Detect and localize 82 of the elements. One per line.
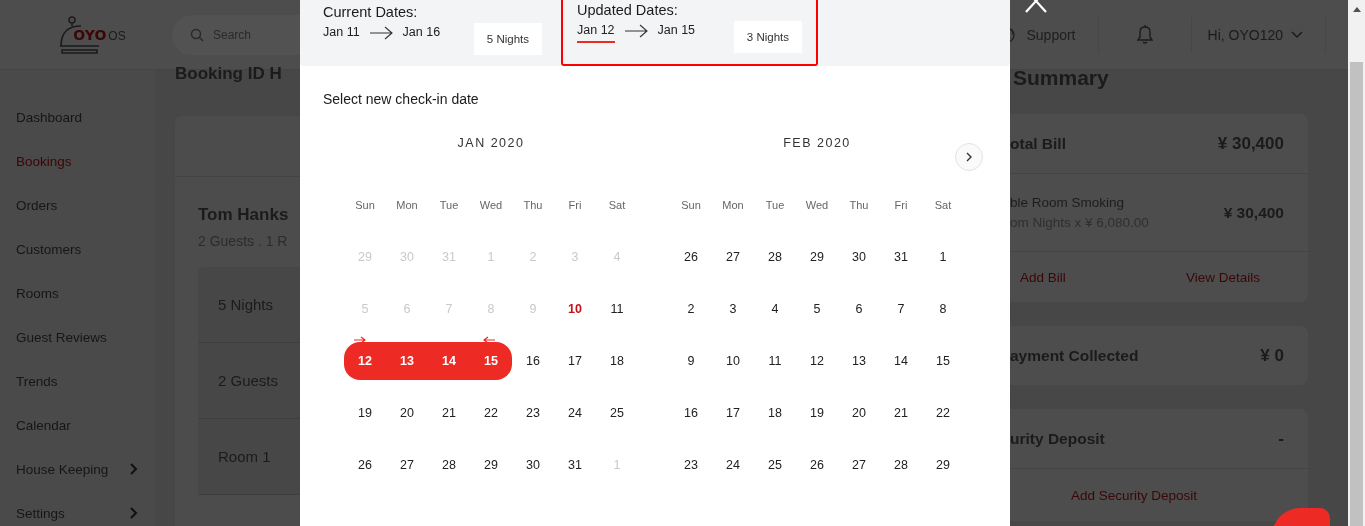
- calendar-date[interactable]: 12: [796, 342, 838, 380]
- calendar-date[interactable]: 20: [386, 394, 428, 432]
- nights-badge: 3 Nights: [733, 21, 802, 53]
- date-value[interactable]: Jan 12: [577, 23, 615, 43]
- selected-date[interactable]: 14: [428, 342, 470, 380]
- weekday-label: Wed: [478, 198, 504, 213]
- calendar-date[interactable]: 21: [428, 394, 470, 432]
- calendar-date[interactable]: 16: [512, 342, 554, 380]
- calendar-date[interactable]: 26: [796, 446, 838, 484]
- calendar-date[interactable]: 23: [512, 394, 554, 432]
- weekday-label: Tue: [764, 198, 786, 213]
- calendar-date[interactable]: 17: [554, 342, 596, 380]
- calendar-date[interactable]: 2: [670, 290, 712, 328]
- calendar-date[interactable]: 24: [554, 394, 596, 432]
- calendar-date[interactable]: 17: [712, 394, 754, 432]
- calendar-date[interactable]: 14: [880, 342, 922, 380]
- deposit-amount: -: [1278, 428, 1284, 449]
- calendar-date[interactable]: 10: [712, 342, 754, 380]
- weekday-label: Fri: [893, 198, 909, 213]
- calendar-date[interactable]: 30: [512, 446, 554, 484]
- weekday-label: Sat: [933, 198, 953, 213]
- calendar-date[interactable]: 19: [796, 394, 838, 432]
- date-value[interactable]: Jan 15: [657, 23, 696, 43]
- calendar-date[interactable]: 24: [712, 446, 754, 484]
- calendar-date[interactable]: 1: [922, 238, 964, 276]
- calendar-date[interactable]: 28: [880, 446, 922, 484]
- calendar-date[interactable]: 18: [596, 342, 638, 380]
- calendar-date[interactable]: 10: [554, 290, 596, 328]
- weekday-label: Mon: [395, 198, 419, 213]
- calendar-date[interactable]: 29: [470, 446, 512, 484]
- month-title: FEB 2020: [783, 136, 851, 150]
- calendar-date[interactable]: 28: [754, 238, 796, 276]
- weekday-label: Sat: [607, 198, 627, 213]
- weekday-label: Sun: [354, 198, 376, 213]
- logo-brand: OYO: [73, 27, 107, 43]
- calendar-date[interactable]: 11: [596, 290, 638, 328]
- calendar-date[interactable]: 6: [838, 290, 880, 328]
- calendar-date[interactable]: 19: [344, 394, 386, 432]
- calendar-date[interactable]: 8: [922, 290, 964, 328]
- calendar-date[interactable]: 4: [754, 290, 796, 328]
- instruction-text: Select new check-in date: [323, 91, 480, 107]
- calendar-date[interactable]: 21: [880, 394, 922, 432]
- selected-date[interactable]: 15: [470, 342, 512, 380]
- calendar-date[interactable]: 25: [596, 394, 638, 432]
- calendar-date[interactable]: 26: [670, 238, 712, 276]
- calendar-date[interactable]: 27: [712, 238, 754, 276]
- calendar-date[interactable]: 15: [922, 342, 964, 380]
- date-value[interactable]: Jan 16: [402, 25, 441, 45]
- calendar-date[interactable]: 30: [838, 238, 880, 276]
- calendar-date[interactable]: 31: [554, 446, 596, 484]
- weekday-label: Thu: [848, 198, 870, 213]
- calendar-date[interactable]: 16: [670, 394, 712, 432]
- calendar-date[interactable]: 22: [922, 394, 964, 432]
- calendar-date[interactable]: 5: [796, 290, 838, 328]
- calendar-date[interactable]: 27: [386, 446, 428, 484]
- calendar-date[interactable]: 7: [880, 290, 922, 328]
- calendar-date[interactable]: 13: [838, 342, 880, 380]
- month-title: JAN 2020: [457, 136, 525, 150]
- calendar-date[interactable]: 27: [838, 446, 880, 484]
- calendar-date[interactable]: 28: [428, 446, 470, 484]
- calendar-date[interactable]: 11: [754, 342, 796, 380]
- calendar-date[interactable]: 26: [344, 446, 386, 484]
- calendar-date[interactable]: 25: [754, 446, 796, 484]
- weekday-label: Mon: [721, 198, 745, 213]
- selected-date[interactable]: 12: [344, 342, 386, 380]
- weekday-label: Thu: [522, 198, 544, 213]
- weekday-label: Sun: [680, 198, 702, 213]
- calendar-date[interactable]: 29: [796, 238, 838, 276]
- weekday-label: Tue: [438, 198, 460, 213]
- calendar-date[interactable]: 31: [880, 238, 922, 276]
- calendar-date[interactable]: 18: [754, 394, 796, 432]
- calendar-date[interactable]: 23: [670, 446, 712, 484]
- calendar-date[interactable]: 20: [838, 394, 880, 432]
- calendar-date[interactable]: 29: [922, 446, 964, 484]
- weekday-label: Fri: [567, 198, 583, 213]
- weekday-label: Wed: [804, 198, 830, 213]
- calendar-date[interactable]: 9: [670, 342, 712, 380]
- calendar-date[interactable]: 22: [470, 394, 512, 432]
- dates-title: Updated Dates:: [577, 2, 679, 18]
- calendar-date[interactable]: 3: [712, 290, 754, 328]
- nights-badge: 5 Nights: [473, 23, 542, 55]
- selected-date[interactable]: 13: [386, 342, 428, 380]
